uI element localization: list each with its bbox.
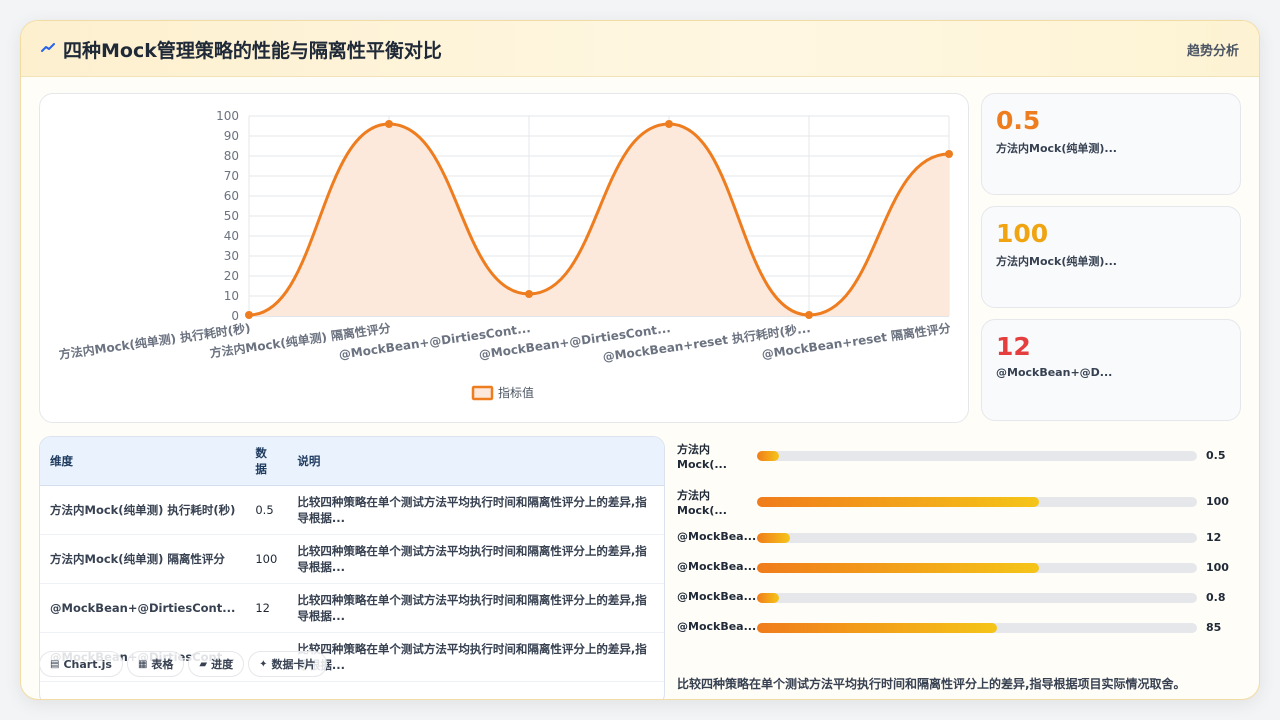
y-tick-label: 20 [224,269,239,283]
cell-value [245,681,288,699]
tab-progress[interactable]: ▰ 进度 [188,651,245,677]
stat-value: 0.5 [996,106,1041,135]
column-header-dimension[interactable]: 维度 [40,437,246,486]
data-point[interactable] [245,311,253,319]
dashboard-card: 四种Mock管理策略的性能与隔离性平衡对比 趋势分析 0 10 20 30 40 50 60… [20,20,1260,700]
tab-data-cards[interactable]: ✦ 数据卡片 [248,651,327,677]
cell-dimension: 方法内Mock(纯单测) 隔离性评分 [40,534,246,584]
progress-track [757,533,1197,543]
stat-card[interactable]: 0.5 方法内Mock(纯单测)... [981,93,1241,195]
chart-legend[interactable]: 指标值 [471,385,534,401]
y-tick-label: 0 [231,309,239,323]
tab-label: 数据卡片 [271,658,316,671]
progress-icon: ▰ [199,658,208,670]
progress-track [757,563,1197,573]
y-tick-label: 50 [224,209,239,223]
cell-description: 比较四种策略在单个测试方法平均执行时间和隔离性评分上的差异,指导根据... [287,632,664,682]
table-header-row: 维度 数据 说明 [40,437,664,486]
progress-label: 方法内Mock(... [677,443,727,471]
card-header: 四种Mock管理策略的性能与隔离性平衡对比 趋势分析 [21,21,1259,77]
tab-label: 表格 [151,658,174,671]
y-tick-label: 30 [224,249,239,263]
table-icon: ▦ [137,658,148,670]
y-tick-label: 90 [224,129,239,143]
table-row[interactable]: @MockBean+reset 执行耗时 比较四种策略在单个测试方法平均执行时间… [40,681,664,699]
chart-icon: ▤ [50,658,60,670]
page-title: 四种Mock管理策略的性能与隔离性平衡对比 [63,40,442,62]
cell-dimension: 方法内Mock(纯单测) 执行耗时(秒) [40,485,246,535]
tab-label: Chart.js [63,657,112,671]
sparkle-icon: ✦ [259,658,268,670]
cell-description: 比较四种策略在单个测试方法平均执行时间和隔离性评分上的差异,指导根据... [287,485,664,535]
stat-value: 12 [996,332,1031,361]
progress-value: 100 [1206,561,1229,574]
table-row[interactable]: @MockBean+@DirtiesCont... 12 比较四种策略在单个测试… [40,583,664,633]
progress-label: @MockBea... [677,620,757,633]
column-header-data[interactable]: 数据 [245,437,288,486]
cell-description: 比较四种策略在单个测试方法平均执行时间和隔离性评分上的差异,指导根据... [287,583,664,633]
progress-track [757,497,1197,507]
view-tab-bar: ▤ Chart.js ▦ 表格 ▰ 进度 ✦ 数据卡片 [39,651,327,681]
stat-card[interactable]: 12 @MockBean+@D... [981,319,1241,421]
progress-track [757,451,1197,461]
y-tick-label: 40 [224,229,239,243]
progress-fill [757,497,1039,507]
column-header-description[interactable]: 说明 [287,437,664,486]
progress-value: 0.8 [1206,591,1226,604]
legend-label: 指标值 [498,385,534,400]
table-row[interactable]: 方法内Mock(纯单测) 隔离性评分 100 比较四种策略在单个测试方法平均执行… [40,534,664,584]
progress-fill [757,563,1039,573]
progress-track [757,593,1197,603]
progress-value: 0.5 [1206,449,1226,462]
data-point[interactable] [805,311,813,319]
y-tick-label: 10 [224,289,239,303]
progress-label: @MockBea... [677,590,757,603]
stat-card[interactable]: 100 方法内Mock(纯单测)... [981,206,1241,308]
progress-label: @MockBea... [677,530,757,543]
stat-label: 方法内Mock(纯单测)... [996,142,1117,155]
summary-note: 比较四种策略在单个测试方法平均执行时间和隔离性评分上的差异,指导根据项目实际情况… [677,677,1186,691]
progress-fill [757,533,790,543]
cell-value: 12 [245,583,288,633]
progress-fill [757,623,997,633]
area-chart: 0102030405060708090100 方法内Mock(纯单测) 执行耗时… [58,109,953,401]
legend-swatch [471,385,494,401]
series-area [249,124,949,316]
stat-label: @MockBean+@D... [996,366,1113,379]
y-tick-label: 70 [224,169,239,183]
trend-analysis-link[interactable]: 趋势分析 [1187,40,1239,59]
y-tick-label: 100 [216,109,239,123]
progress-value: 100 [1206,495,1229,508]
cell-description: 比较四种策略在单个测试方法平均执行时间和隔离性评分上的差异 [287,681,664,699]
data-point[interactable] [525,290,533,298]
progress-label: 方法内Mock(... [677,489,727,517]
tab-table[interactable]: ▦ 表格 [126,651,185,677]
data-point[interactable] [665,120,673,128]
tab-label: 进度 [211,658,234,671]
trend-icon [41,43,55,52]
table-row[interactable]: 方法内Mock(纯单测) 执行耗时(秒) 0.5 比较四种策略在单个测试方法平均… [40,485,664,535]
stat-value: 100 [996,219,1049,248]
progress-panel: 方法内Mock(... 0.5 方法内Mock(... 100 @MockBea… [677,439,1247,691]
cell-value: 0.5 [245,485,288,535]
cell-dimension: @MockBean+@DirtiesCont... [40,583,246,633]
progress-fill [757,451,779,461]
progress-value: 12 [1206,531,1222,544]
data-point[interactable] [945,150,953,158]
cell-description: 比较四种策略在单个测试方法平均执行时间和隔离性评分上的差异,指导根据... [287,534,664,584]
stat-label: 方法内Mock(纯单测)... [996,255,1117,268]
cell-dimension: @MockBean+reset 执行耗时 [40,681,246,699]
y-tick-label: 80 [224,149,239,163]
progress-value: 85 [1206,621,1222,634]
cell-value: 100 [245,534,288,584]
data-point[interactable] [385,120,393,128]
progress-label: @MockBea... [677,560,757,573]
tab-chartjs[interactable]: ▤ Chart.js [39,651,123,677]
progress-fill [757,593,779,603]
chart-panel: 0 10 20 30 40 50 60 70 80 90 100 方法内Mock(纯单测) 执行耗时… [39,93,969,423]
progress-track [757,623,1197,633]
y-tick-label: 60 [224,189,239,203]
